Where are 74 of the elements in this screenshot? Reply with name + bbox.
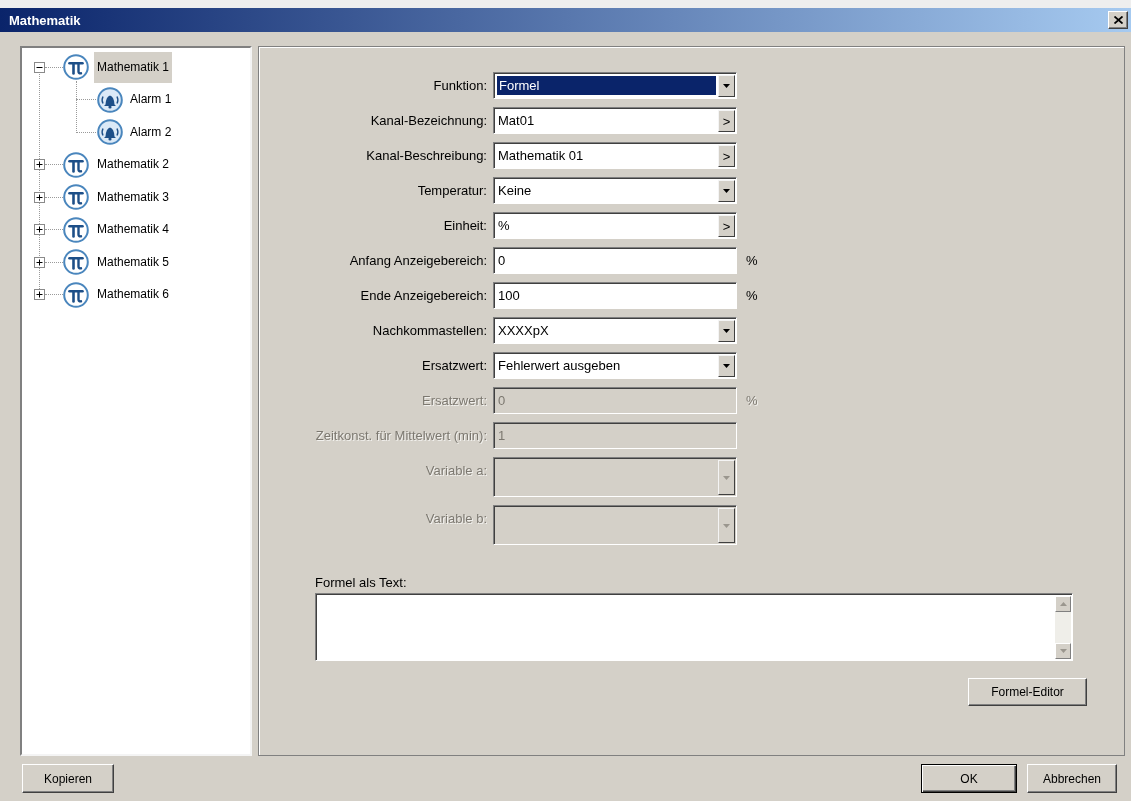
formula-editor-button[interactable]: Formel-Editor bbox=[968, 678, 1087, 706]
scroll-up-button[interactable] bbox=[1055, 596, 1071, 612]
copy-button[interactable]: Kopieren bbox=[22, 764, 114, 793]
dropdown[interactable]: XXXXpX bbox=[493, 317, 737, 344]
ok-button[interactable]: OK bbox=[921, 764, 1017, 793]
field-label: Variable b: bbox=[425, 510, 487, 528]
pi-icon bbox=[63, 184, 89, 211]
text-area[interactable] bbox=[315, 593, 1073, 661]
plus-box-icon[interactable] bbox=[34, 256, 45, 268]
caret-down-icon bbox=[723, 523, 730, 528]
plus-box-icon[interactable] bbox=[34, 224, 45, 236]
browse-button[interactable]: > bbox=[718, 215, 735, 237]
caret-down-icon bbox=[723, 329, 730, 333]
unit-label: % bbox=[746, 252, 758, 270]
dropdown-button[interactable] bbox=[718, 320, 735, 342]
unit-label: % bbox=[746, 287, 758, 305]
field-label: Variable a: bbox=[425, 462, 487, 480]
bell-icon bbox=[96, 86, 124, 113]
pi-icon bbox=[63, 216, 89, 243]
field-label: Kanal-Beschreibung: bbox=[366, 147, 487, 165]
field-label: Funktion: bbox=[433, 77, 487, 95]
tree-item[interactable]: Mathematik 6 bbox=[94, 279, 173, 311]
field-label: Ersatzwert: bbox=[422, 357, 487, 375]
tree-item[interactable]: Mathematik 1 bbox=[94, 51, 173, 83]
plus-box-icon[interactable] bbox=[34, 289, 45, 301]
text-field[interactable]: % > bbox=[493, 212, 737, 239]
browse-button[interactable]: > bbox=[718, 145, 735, 167]
caret-down-icon bbox=[723, 364, 730, 368]
scroll-down-button[interactable] bbox=[1055, 643, 1071, 659]
field-label: Zeitkonst. für Mittelwert (min): bbox=[315, 427, 487, 445]
pi-icon bbox=[63, 249, 89, 276]
minus-box-icon[interactable] bbox=[34, 61, 45, 73]
plus-box-icon[interactable] bbox=[34, 159, 45, 171]
caret-down-icon bbox=[723, 475, 730, 480]
caret-down-icon bbox=[1059, 649, 1067, 653]
field-label: Kanal-Bezeichnung: bbox=[370, 112, 487, 130]
field-label: Einheit: bbox=[443, 217, 487, 235]
dropdown[interactable]: Keine bbox=[493, 177, 737, 204]
pi-icon bbox=[63, 54, 89, 81]
unit-label: % bbox=[746, 392, 758, 410]
pi-icon bbox=[63, 281, 89, 308]
text-field[interactable]: Mathematik 01 > bbox=[493, 142, 737, 169]
field-label: Formel als Text: bbox=[315, 575, 407, 590]
caret-down-icon bbox=[723, 84, 730, 88]
close-button[interactable] bbox=[1108, 11, 1128, 29]
scrollbar[interactable] bbox=[1055, 596, 1071, 659]
tree-item[interactable]: Mathematik 4 bbox=[94, 214, 173, 246]
text-field[interactable]: 100 bbox=[493, 282, 737, 309]
dropdown-button[interactable] bbox=[718, 355, 735, 377]
tree-item[interactable]: Mathematik 2 bbox=[94, 149, 173, 181]
browse-button[interactable]: > bbox=[718, 110, 735, 132]
field-label: Ersatzwert: bbox=[422, 392, 487, 410]
field-label: Ende Anzeigebereich: bbox=[360, 287, 487, 305]
dropdown[interactable]: Fehlerwert ausgeben bbox=[493, 352, 737, 379]
bell-icon bbox=[96, 119, 124, 146]
close-icon bbox=[1113, 16, 1123, 24]
text-field[interactable]: 0 bbox=[493, 247, 737, 274]
dropdown[interactable]: Formel bbox=[493, 72, 737, 99]
dropdown-button[interactable] bbox=[718, 180, 735, 202]
caret-down-icon bbox=[723, 189, 730, 193]
text-field[interactable]: Mat01 > bbox=[493, 107, 737, 134]
tree-item[interactable]: Mathematik 3 bbox=[94, 181, 173, 213]
plus-box-icon[interactable] bbox=[34, 191, 45, 203]
tree-item[interactable]: Mathematik 5 bbox=[94, 246, 173, 278]
dropdown-button[interactable] bbox=[718, 75, 735, 97]
field-label: Nachkommastellen: bbox=[372, 322, 487, 340]
field-label: Temperatur: bbox=[417, 182, 487, 200]
caret-up-icon bbox=[1059, 602, 1067, 606]
window-title: Mathematik bbox=[9, 12, 82, 28]
tree-item[interactable]: Alarm 1 bbox=[127, 84, 175, 116]
cancel-button[interactable]: Abbrechen bbox=[1027, 764, 1117, 793]
tree-item[interactable]: Alarm 2 bbox=[127, 116, 175, 148]
pi-icon bbox=[63, 151, 89, 178]
field-label: Anfang Anzeigebereich: bbox=[349, 252, 487, 270]
